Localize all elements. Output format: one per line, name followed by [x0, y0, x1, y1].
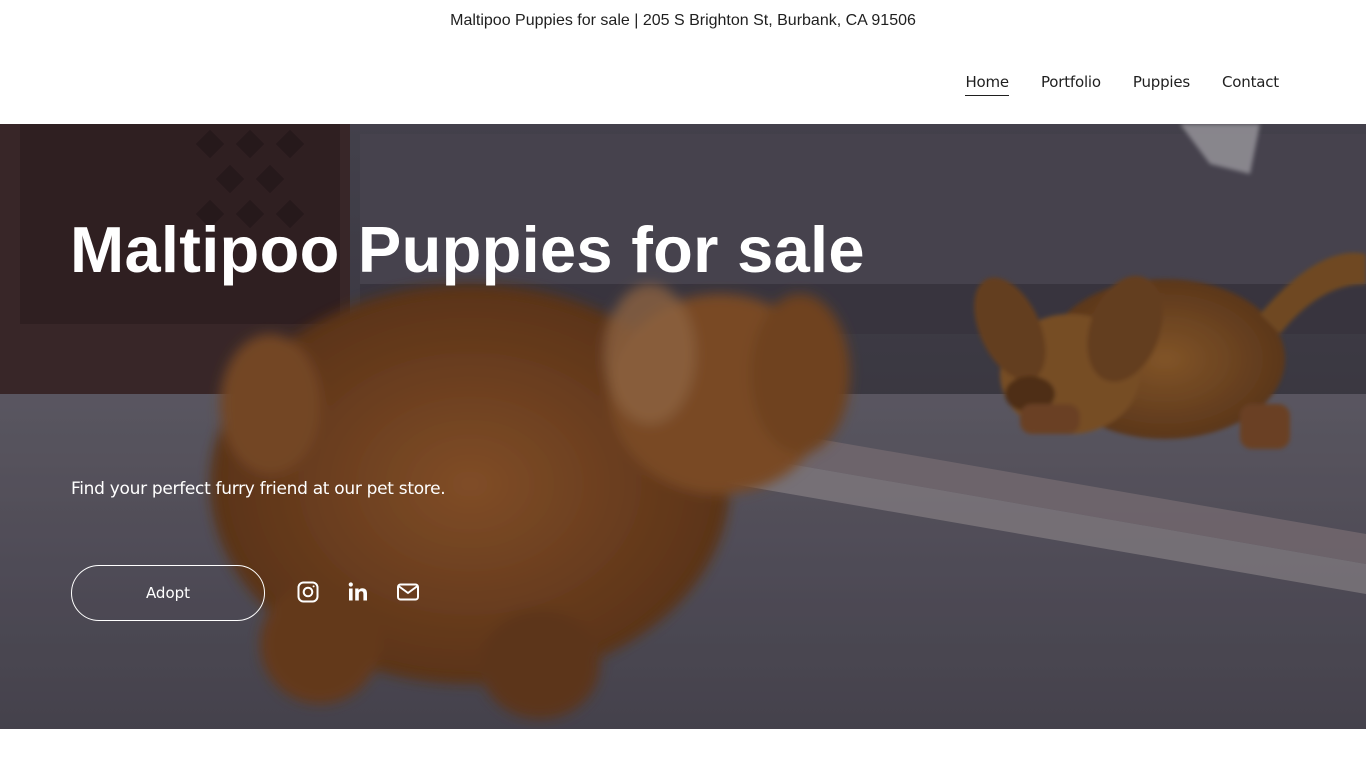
hero-section: Maltipoo Puppies for sale Find your perf… [0, 124, 1366, 729]
nav-contact[interactable]: Contact [1222, 64, 1279, 100]
nav-portfolio[interactable]: Portfolio [1041, 64, 1101, 100]
linkedin-icon[interactable] [346, 580, 370, 604]
adopt-button-label: Adopt [145, 584, 191, 602]
main-nav: Home Portfolio Puppies Contact [965, 64, 1279, 100]
social-links [296, 580, 420, 604]
instagram-icon[interactable] [296, 580, 320, 604]
hero-subtitle: Find your perfect furry friend at our pe… [71, 479, 446, 499]
nav-home[interactable]: Home [965, 64, 1009, 100]
hero-title: Maltipoo Puppies for sale [70, 213, 865, 286]
adopt-button[interactable]: Adopt [71, 565, 265, 621]
nav-puppies[interactable]: Puppies [1133, 64, 1190, 100]
page-content-start [0, 729, 1366, 768]
email-icon[interactable] [396, 580, 420, 604]
site-tagline: Maltipoo Puppies for sale | 205 S Bright… [450, 12, 916, 29]
